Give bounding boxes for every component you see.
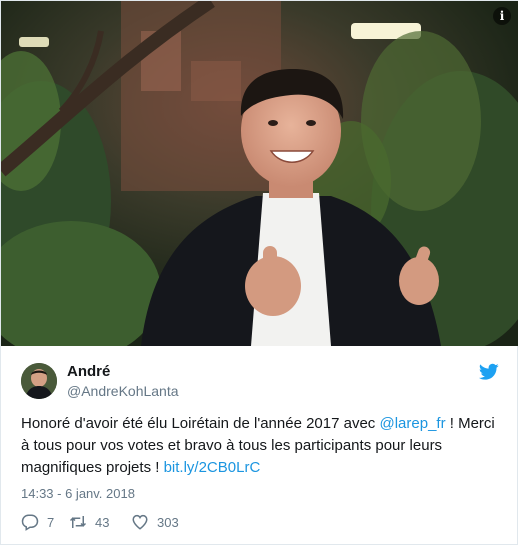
like-count: 303 (157, 514, 179, 530)
twitter-bird-icon[interactable] (479, 363, 499, 381)
tweet-card: i André @AndreKohLanta Honoré d'avoir ét… (0, 0, 518, 545)
tweet-actions: 7 43 303 (21, 512, 321, 532)
tweet-timestamp[interactable]: 14:33 - 6 janv. 2018 (21, 486, 135, 501)
author-handle[interactable]: @AndreKohLanta (67, 383, 179, 399)
info-icon[interactable]: i (493, 7, 511, 25)
tweet-text-part: Honoré d'avoir été élu Loirétain de l'an… (21, 415, 380, 432)
reply-count: 7 (47, 514, 55, 530)
like-button[interactable]: 303 (131, 512, 179, 532)
retweet-icon (69, 516, 87, 528)
retweet-count: 43 (95, 514, 110, 530)
reply-icon (21, 514, 39, 531)
reply-button[interactable]: 7 (21, 512, 54, 532)
url-link[interactable]: bit.ly/2CB0LrC (164, 459, 261, 476)
avatar[interactable] (21, 363, 57, 399)
mention-link[interactable]: @larep_fr (379, 415, 445, 432)
avatar-image (21, 363, 57, 399)
heart-icon (132, 514, 148, 530)
author-name[interactable]: André (67, 363, 110, 380)
tweet-text: Honoré d'avoir été élu Loirétain de l'an… (21, 413, 505, 479)
photo-illustration (1, 1, 518, 346)
tweet-photo[interactable]: i (1, 1, 518, 346)
retweet-button[interactable]: 43 (69, 512, 109, 532)
tweet-header: André @AndreKohLanta (21, 361, 501, 401)
